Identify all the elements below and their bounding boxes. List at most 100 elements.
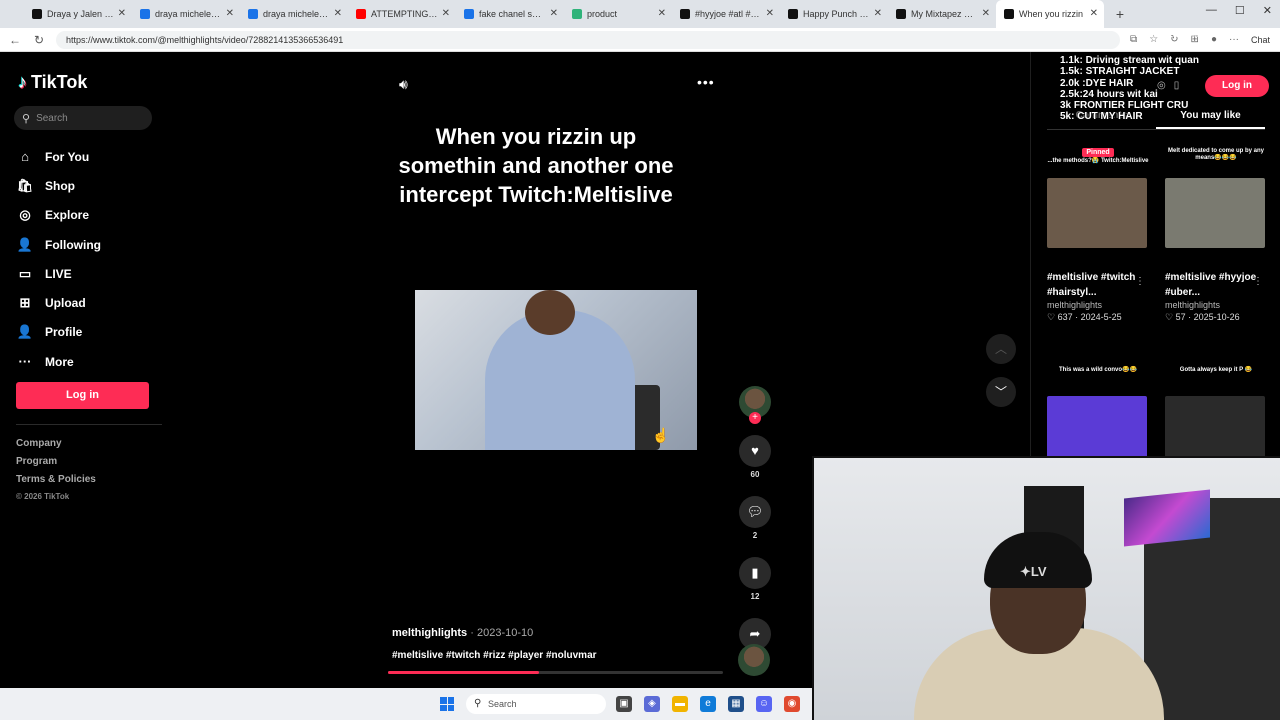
heart-outline-icon: ♡ <box>1047 312 1058 322</box>
browser-tab[interactable]: fake chanel shoes - ✕ <box>456 0 564 28</box>
sidebar-nav: ⌂ For You 🛍 Shop ◎ Explore 👤 Following ▭ LIVE ⊞ Upl… <box>16 142 101 376</box>
tab-close-icon[interactable]: ✕ <box>442 8 450 19</box>
tab-close-icon[interactable]: ✕ <box>1090 8 1098 19</box>
recommended-video-card[interactable]: Melt dedicated to come up by any means😂😂… <box>1165 148 1267 323</box>
sidebar-item-label: Following <box>45 237 101 252</box>
card-thumbnail[interactable] <box>1047 178 1147 248</box>
back-icon[interactable]: ← <box>6 33 24 47</box>
webcam-overlay: ✦LV <box>812 456 1280 720</box>
search-input[interactable]: ⚲ Search <box>14 106 152 130</box>
tab-close-icon[interactable]: ✕ <box>334 8 342 19</box>
footer-company-link[interactable]: Company <box>16 438 96 456</box>
window-controls: — ☐ ✕ <box>1206 4 1272 17</box>
close-window-icon[interactable]: ✕ <box>1263 4 1272 17</box>
card-caption-text: Melt dedicated to come up by any means😂😂… <box>1167 148 1265 161</box>
browser-tab[interactable]: Draya y Jalen Green ✕ <box>24 0 132 28</box>
card-author[interactable]: melthighlights <box>1165 300 1267 310</box>
sidebar-item-profile[interactable]: 👤 Profile <box>16 318 101 347</box>
browser-tab[interactable]: When you rizzin ✕ <box>996 0 1104 28</box>
like-count: 60 <box>750 470 760 479</box>
follow-plus-icon[interactable]: + <box>749 412 761 424</box>
mouse-cursor-icon: ☝ <box>652 427 670 443</box>
tab-close-icon[interactable]: ✕ <box>874 8 882 19</box>
stream-goals-overlay: 1.1k: Driving stream wit quan 1.5k: STRAI… <box>1060 55 1199 123</box>
browser-tab[interactable]: ATTEMPTING THE JO ✕ <box>348 0 456 28</box>
tiktok-logo[interactable]: ♪ TikTok <box>18 72 87 93</box>
browser-tab[interactable]: draya michele - Sear ✕ <box>132 0 240 28</box>
tiktok-icon <box>1004 9 1014 19</box>
browser-tab[interactable]: Happy Punch on X: ✕ <box>780 0 888 28</box>
url-field[interactable]: https://www.tiktok.com/@melthighlights/v… <box>56 30 1121 49</box>
minimize-icon[interactable]: — <box>1206 4 1217 17</box>
compass-icon: ◎ <box>19 207 31 223</box>
previous-video-icon[interactable]: ︿ <box>986 334 1016 364</box>
save-action[interactable]: ▮ 12 <box>738 557 772 601</box>
author-name[interactable]: melthighlights <box>392 627 467 639</box>
search-placeholder: Search <box>36 112 68 124</box>
video-progress-bar[interactable] <box>388 671 723 674</box>
more-options-icon[interactable]: ••• <box>697 74 715 90</box>
following-icon: 👤 <box>16 236 34 252</box>
heart-icon[interactable]: ♥ <box>739 435 771 467</box>
copilot-icon[interactable]: ◈ <box>644 696 660 712</box>
reload-icon[interactable]: ↻ <box>30 33 48 47</box>
card-more-icon[interactable]: ⋮ <box>1253 276 1263 287</box>
browser-tab[interactable]: My Mixtapez on X: ✕ <box>888 0 996 28</box>
browser-tab[interactable]: draya michele - Sear ✕ <box>240 0 348 28</box>
recommended-video-card[interactable]: This was a wild convo😂😂 <box>1047 366 1149 466</box>
tiktok-icon <box>32 9 42 19</box>
chrome-icon[interactable]: ◉ <box>784 696 800 712</box>
tab-close-icon[interactable]: ✕ <box>658 8 666 19</box>
next-video-icon[interactable]: ﹀ <box>986 377 1016 407</box>
tab-close-icon[interactable]: ✕ <box>766 8 774 19</box>
card-title[interactable]: #meltislive #hyyjoe #uber... <box>1165 270 1267 300</box>
chat-button[interactable]: Chat <box>1251 35 1270 45</box>
header-login-button[interactable]: Log in <box>1205 75 1269 97</box>
sound-avatar[interactable] <box>738 644 770 676</box>
search-icon <box>248 9 258 19</box>
video-player[interactable] <box>415 290 697 450</box>
store-icon[interactable]: ▦ <box>728 696 744 712</box>
browser-tab[interactable]: product ✕ <box>564 0 672 28</box>
recommended-video-card[interactable]: Pinned ...the methods?😭 Twitch:Meltislive… <box>1047 148 1149 323</box>
recommended-video-card[interactable]: Gotta always keep it P 😂 <box>1165 366 1267 466</box>
card-more-icon[interactable]: ⋮ <box>1135 276 1145 287</box>
edge-icon[interactable]: e <box>700 696 716 712</box>
bookmark-icon[interactable]: ▮ <box>739 557 771 589</box>
card-title[interactable]: #meltislive #twitch #hairstyl... <box>1047 270 1149 300</box>
browser-tab[interactable]: #hyyjoe #atl #fyp | T ✕ <box>672 0 780 28</box>
tab-close-icon[interactable]: ✕ <box>550 8 558 19</box>
sidebar-item-live[interactable]: ▭ LIVE <box>16 259 101 288</box>
card-author[interactable]: melthighlights <box>1047 300 1149 310</box>
taskbar-search[interactable]: ⚲ Search <box>466 694 606 714</box>
footer-terms-link[interactable]: Terms & Policies <box>16 474 96 492</box>
tab-close-icon[interactable]: ✕ <box>226 8 234 19</box>
like-action[interactable]: ♥ 60 <box>738 435 772 479</box>
sidebar-item-shop[interactable]: 🛍 Shop <box>16 171 101 200</box>
file-explorer-icon[interactable]: ▬ <box>672 696 688 712</box>
login-button[interactable]: Log in <box>16 382 149 409</box>
sidebar-item-explore[interactable]: ◎ Explore <box>16 201 101 230</box>
address-bar-row: ← ↻ https://www.tiktok.com/@melthighligh… <box>0 28 1280 52</box>
windows-start-icon[interactable] <box>440 697 454 711</box>
sidebar-item-following[interactable]: 👤 Following <box>16 230 101 259</box>
sidebar-item-more[interactable]: ··· More <box>16 347 101 376</box>
sidebar-item-for-you[interactable]: ⌂ For You <box>16 142 101 171</box>
creator-avatar[interactable]: + <box>739 386 771 424</box>
comment-icon[interactable]: 💬︎ <box>739 496 771 528</box>
comment-action[interactable]: 💬︎ 2 <box>738 496 772 540</box>
extensions-icon[interactable]: ⧉ <box>1130 34 1137 45</box>
footer-program-link[interactable]: Program <box>16 456 96 474</box>
tab-close-icon[interactable]: ✕ <box>118 8 126 19</box>
sidebar-item-upload[interactable]: ⊞ Upload <box>16 288 101 317</box>
tab-close-icon[interactable]: ✕ <box>982 8 990 19</box>
card-like-count: 57 <box>1175 312 1186 322</box>
hashtags[interactable]: #meltislive #twitch #rizz #player #noluv… <box>392 650 597 661</box>
video-progress-fill <box>388 671 539 674</box>
volume-icon[interactable]: 🔊︎ <box>399 76 408 93</box>
card-thumbnail[interactable] <box>1165 178 1265 248</box>
new-tab-button[interactable]: + <box>1110 6 1130 22</box>
discord-icon[interactable]: ☺ <box>756 696 772 712</box>
maximize-icon[interactable]: ☐ <box>1235 4 1245 17</box>
taskview-icon[interactable]: ▣ <box>616 696 632 712</box>
